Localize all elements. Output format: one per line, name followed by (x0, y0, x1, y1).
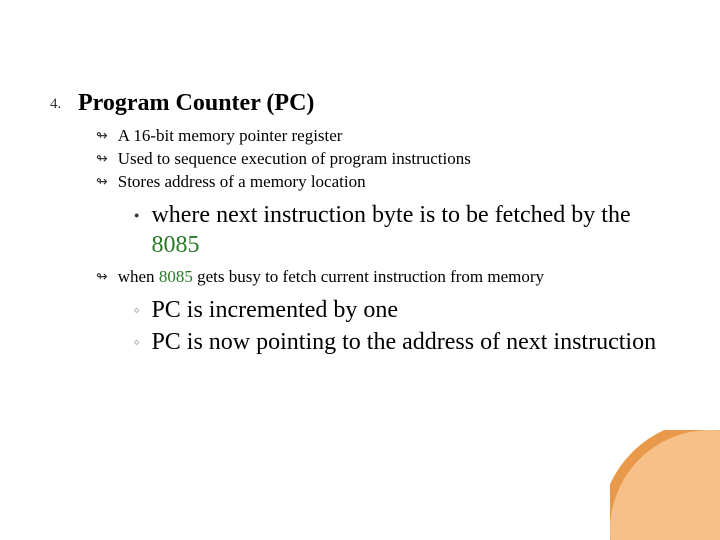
list-item: ↬ Used to sequence execution of program … (96, 148, 670, 171)
sub-bullet-text: PC is now pointing to the address of nex… (151, 327, 656, 357)
bullet-icon: ↬ (96, 171, 108, 193)
slide-content: 4. Program Counter (PC) ↬ A 16-bit memor… (0, 0, 720, 540)
sub-bullet-text: PC is incremented by one (151, 295, 398, 325)
list-item: ○ PC is now pointing to the address of n… (134, 327, 670, 357)
bullet-text: Used to sequence execution of program in… (118, 148, 471, 171)
list-item: ● where next instruction byte is to be f… (134, 200, 670, 260)
main-heading: 4. Program Counter (PC) (50, 90, 670, 117)
main-title: Program Counter (PC) (78, 90, 314, 117)
text-fragment: when (118, 267, 159, 286)
circle-icon: ○ (134, 295, 139, 316)
text-fragment-green: 8085 (159, 267, 193, 286)
sub-sub-list: ● where next instruction byte is to be f… (134, 200, 670, 260)
list-item: ○ PC is incremented by one (134, 295, 670, 325)
sub-list: ↬ A 16-bit memory pointer register ↬ Use… (96, 125, 670, 357)
text-fragment: gets busy to fetch current instruction f… (193, 267, 544, 286)
main-number: 4. (50, 90, 68, 113)
list-item: ↬ when 8085 gets busy to fetch current i… (96, 266, 670, 289)
text-fragment-green: 8085 (151, 232, 199, 258)
bullet-text: A 16-bit memory pointer register (118, 125, 343, 148)
sub-sub-list: ○ PC is incremented by one ○ PC is now p… (134, 295, 670, 357)
bullet-icon: ↬ (96, 266, 108, 288)
sub-bullet-text: where next instruction byte is to be fet… (151, 200, 670, 260)
bullet-icon: ↬ (96, 125, 108, 147)
circle-icon: ○ (134, 327, 139, 348)
list-item: ↬ Stores address of a memory location (96, 171, 670, 194)
list-item: ↬ A 16-bit memory pointer register (96, 125, 670, 148)
circle-icon: ● (134, 200, 139, 221)
corner-decoration (610, 430, 720, 540)
bullet-text: when 8085 gets busy to fetch current ins… (118, 266, 544, 289)
text-fragment: where next instruction byte is to be fet… (151, 202, 630, 228)
bullet-icon: ↬ (96, 148, 108, 170)
bullet-text: Stores address of a memory location (118, 171, 366, 194)
